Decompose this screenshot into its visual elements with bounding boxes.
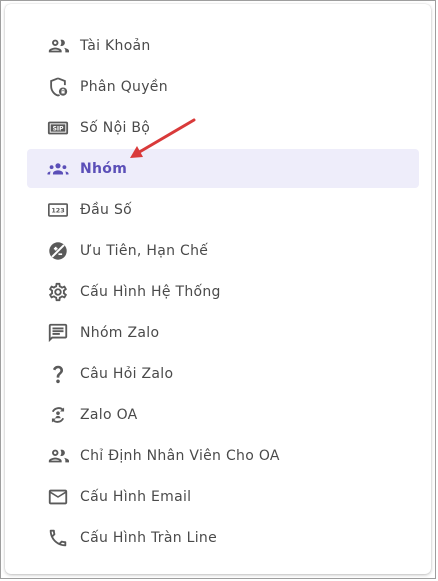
dialpad-123-icon: 123 — [47, 199, 69, 221]
menu-item-label: Tài Khoản — [80, 37, 151, 54]
phone-icon — [47, 527, 69, 549]
people-icon — [47, 445, 69, 467]
email-icon — [47, 486, 69, 508]
menu-item-cau-hinh-tran-line[interactable]: Cấu Hình Tràn Line — [27, 518, 419, 557]
menu-item-label: Cấu Hình Hệ Thống — [80, 283, 221, 300]
menu-item-label: Câu Hỏi Zalo — [80, 365, 174, 382]
menu-item-cau-hoi-zalo[interactable]: Câu Hỏi Zalo — [27, 354, 419, 393]
menu-item-label: Nhóm Zalo — [80, 324, 160, 341]
menu-item-nhom-zalo[interactable]: Nhóm Zalo — [27, 313, 419, 352]
sip-icon: SIP — [47, 117, 69, 139]
sip-icon-text: SIP — [53, 125, 64, 132]
menu-item-label: Cấu Hình Email — [80, 488, 192, 505]
menu-item-label: Ưu Tiên, Hạn Chế — [80, 242, 209, 259]
menu-item-dau-so[interactable]: 123 Đầu Số — [27, 190, 419, 229]
window-frame: Tài Khoản Phân Quyền SIP Số Nội Bộ Nhóm — [0, 0, 436, 579]
menu-item-label: Cấu Hình Tràn Line — [80, 529, 218, 546]
menu-item-zalo-oa[interactable]: Zalo OA — [27, 395, 419, 434]
people-icon — [47, 35, 69, 57]
menu-item-phan-quyen[interactable]: Phân Quyền — [27, 67, 419, 106]
menu-item-tai-khoan[interactable]: Tài Khoản — [27, 26, 419, 65]
menu-item-so-noi-bo[interactable]: SIP Số Nội Bộ — [27, 108, 419, 147]
menu-item-label: Đầu Số — [80, 201, 133, 218]
gear-icon — [47, 281, 69, 303]
settings-menu-panel: Tài Khoản Phân Quyền SIP Số Nội Bộ Nhóm — [5, 4, 431, 574]
menu-item-cau-hinh-email[interactable]: Cấu Hình Email — [27, 477, 419, 516]
question-icon — [47, 363, 69, 385]
priority-icon — [47, 240, 69, 262]
menu-item-label: Phân Quyền — [80, 78, 168, 95]
menu-item-label: Chỉ Định Nhân Viên Cho OA — [80, 447, 280, 464]
menu-item-nhom[interactable]: Nhóm — [27, 149, 419, 188]
menu-item-label: Nhóm — [80, 160, 128, 177]
oa-icon — [47, 404, 69, 426]
menu-item-cau-hinh-he-thong[interactable]: Cấu Hình Hệ Thống — [27, 272, 419, 311]
menu-item-uu-tien-han-che[interactable]: Ưu Tiên, Hạn Chế — [27, 231, 419, 270]
settings-menu: Tài Khoản Phân Quyền SIP Số Nội Bộ Nhóm — [27, 26, 419, 559]
menu-item-label: Zalo OA — [80, 406, 138, 423]
chat-icon — [47, 322, 69, 344]
menu-item-label: Số Nội Bộ — [80, 119, 151, 136]
group-icon — [47, 158, 69, 180]
dialpad-123-icon-text: 123 — [51, 206, 64, 214]
menu-item-chi-dinh-nhan-vien-cho-oa[interactable]: Chỉ Định Nhân Viên Cho OA — [27, 436, 419, 475]
shield-lock-icon — [47, 76, 69, 98]
